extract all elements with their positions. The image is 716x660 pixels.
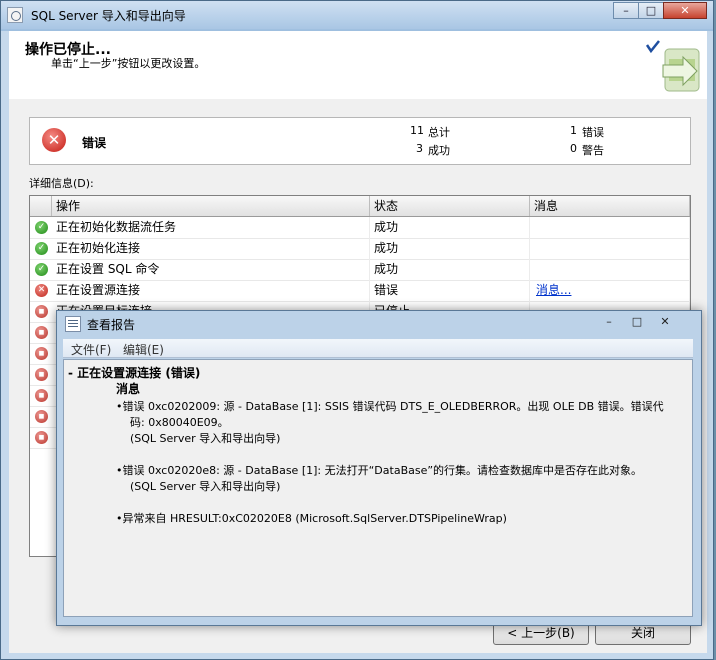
dialog-maximize-button[interactable]: □ bbox=[625, 314, 649, 330]
row-message bbox=[530, 238, 690, 259]
stopped-icon: ■ bbox=[35, 410, 48, 423]
report-line: •异常来自 HRESULT:0xC02020E8 (Microsoft.SqlS… bbox=[116, 512, 507, 525]
row-status: 错误 bbox=[370, 280, 530, 301]
table-row[interactable]: ✓ 正在初始化数据流任务 成功 bbox=[30, 217, 690, 239]
stopped-icon: ■ bbox=[35, 368, 48, 381]
report-line: 码: 0x80040E09。 bbox=[130, 416, 229, 429]
report-line: •错误 0xc02020e8: 源 - DataBase [1]: 无法打开“D… bbox=[116, 464, 643, 477]
table-row[interactable]: ✓ 正在初始化连接 成功 bbox=[30, 238, 690, 260]
row-message-cell: 消息... bbox=[530, 280, 690, 301]
column-header-action[interactable]: 操作 bbox=[52, 196, 370, 216]
success-icon: ✓ bbox=[35, 221, 48, 234]
table-row[interactable]: ✓ 正在设置 SQL 命令 成功 bbox=[30, 259, 690, 281]
report-section-title[interactable]: - 正在设置源连接 (错误) bbox=[68, 364, 200, 381]
stopped-icon: ■ bbox=[35, 305, 48, 318]
close-window-button[interactable]: ✕ bbox=[663, 2, 707, 19]
error-icon: ✕ bbox=[35, 284, 48, 297]
success-count: 3 bbox=[416, 142, 423, 155]
page-subtitle: 单击“上一步”按钮以更改设置。 bbox=[51, 57, 206, 70]
summary-status: 错误 bbox=[82, 136, 107, 150]
window-title: SQL Server 导入和导出向导 bbox=[31, 9, 186, 23]
report-content[interactable]: - 正在设置源连接 (错误) 消息 •错误 0xc0202009: 源 - Da… bbox=[63, 359, 693, 617]
dialog-close-button[interactable]: ✕ bbox=[653, 314, 677, 330]
details-label: 详细信息(D): bbox=[29, 177, 94, 190]
row-status: 成功 bbox=[370, 238, 530, 259]
error-count: 1 bbox=[570, 124, 577, 137]
view-report-dialog: 查看报告 – □ ✕ 文件(F) 编辑(E) - 正在设置源连接 (错误) 消息… bbox=[56, 310, 702, 626]
error-label: 错误 bbox=[582, 126, 604, 139]
warning-label: 警告 bbox=[582, 144, 604, 157]
row-action: 正在初始化数据流任务 bbox=[52, 217, 370, 238]
row-message bbox=[530, 217, 690, 238]
column-header-status[interactable]: 状态 bbox=[370, 196, 530, 216]
window-controls: – □ ✕ bbox=[613, 2, 707, 19]
stopped-icon: ■ bbox=[35, 347, 48, 360]
stopped-icon: ■ bbox=[35, 431, 48, 444]
menu-file[interactable]: 文件(F) bbox=[71, 341, 111, 358]
warning-count: 0 bbox=[570, 142, 577, 155]
report-line: (SQL Server 导入和导出向导) bbox=[130, 432, 281, 445]
row-action: 正在初始化连接 bbox=[52, 238, 370, 259]
row-message bbox=[530, 259, 690, 280]
minimize-button[interactable]: – bbox=[613, 2, 639, 19]
dialog-title: 查看报告 bbox=[87, 318, 136, 332]
success-icon: ✓ bbox=[35, 242, 48, 255]
success-icon: ✓ bbox=[35, 263, 48, 276]
row-status: 成功 bbox=[370, 259, 530, 280]
dialog-window-controls: – □ ✕ bbox=[597, 314, 677, 330]
app-icon bbox=[7, 7, 23, 23]
grid-header: 操作 状态 消息 bbox=[30, 196, 690, 217]
menu-edit[interactable]: 编辑(E) bbox=[123, 341, 164, 358]
maximize-button[interactable]: □ bbox=[638, 2, 664, 19]
total-count: 11 bbox=[410, 124, 424, 137]
row-status: 成功 bbox=[370, 217, 530, 238]
wizard-header: 操作已停止... 单击“上一步”按钮以更改设置。 bbox=[9, 31, 707, 100]
dialog-menubar: 文件(F) 编辑(E) bbox=[63, 339, 693, 358]
error-status-icon: ✕ bbox=[42, 128, 66, 152]
row-action: 正在设置源连接 bbox=[52, 280, 370, 301]
row-action: 正在设置 SQL 命令 bbox=[52, 259, 370, 280]
report-line: (SQL Server 导入和导出向导) bbox=[130, 480, 281, 493]
report-icon bbox=[65, 316, 81, 332]
report-line: •错误 0xc0202009: 源 - DataBase [1]: SSIS 错… bbox=[116, 400, 664, 413]
summary-panel: ✕ 错误 11 总计 3 成功 1 错误 0 警告 bbox=[29, 117, 691, 165]
title-bar[interactable]: SQL Server 导入和导出向导 – □ ✕ bbox=[1, 1, 713, 29]
success-label: 成功 bbox=[428, 144, 450, 157]
total-label: 总计 bbox=[428, 126, 450, 139]
report-subsection: 消息 bbox=[116, 382, 141, 396]
wizard-graphic-icon bbox=[645, 40, 700, 92]
dialog-minimize-button[interactable]: – bbox=[597, 314, 621, 330]
grid-header-icon-col bbox=[30, 196, 52, 216]
stopped-icon: ■ bbox=[35, 326, 48, 339]
message-link[interactable]: 消息... bbox=[536, 283, 571, 297]
column-header-message[interactable]: 消息 bbox=[530, 196, 690, 216]
table-row[interactable]: ✕ 正在设置源连接 错误 消息... bbox=[30, 280, 690, 302]
stopped-icon: ■ bbox=[35, 389, 48, 402]
